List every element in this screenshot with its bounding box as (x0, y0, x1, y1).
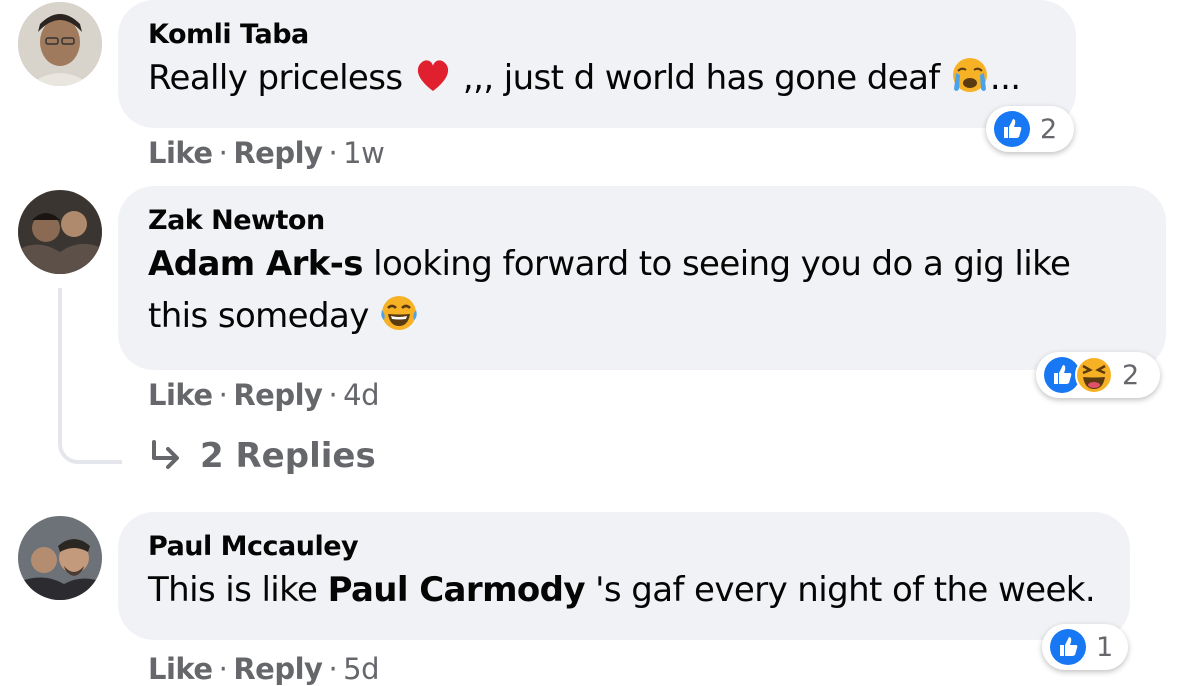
comment-text: Adam Ark-s looking forward to seeing you… (148, 238, 1138, 342)
like-reaction-icon (1048, 627, 1088, 667)
like-link[interactable]: Like (148, 136, 213, 170)
reply-link[interactable]: Reply (233, 378, 323, 412)
reaction-count: 2 (1040, 113, 1058, 145)
reply-arrow-icon (146, 436, 186, 476)
tears-of-joy-icon (379, 293, 419, 333)
separator: · (328, 378, 338, 412)
comment-actions: Like · Reply · 4d (148, 378, 380, 412)
comment-author[interactable]: Paul Mccauley (148, 530, 1100, 564)
separator: · (328, 136, 338, 170)
reactions-summary[interactable]: 2 (1036, 352, 1160, 398)
separator: · (218, 652, 228, 686)
comment-timestamp[interactable]: 1w (343, 136, 385, 170)
reactions-summary[interactable]: 2 (986, 106, 1074, 152)
mention-link[interactable]: Paul Carmody (328, 570, 586, 610)
comment-bubble: Paul Mccauley This is like Paul Carmody … (118, 512, 1130, 640)
like-link[interactable]: Like (148, 652, 213, 686)
comment-author[interactable]: Komli Taba (148, 18, 1046, 52)
comment-text-part: ,,, just d world has gone deaf (452, 58, 950, 98)
replies-count-label: 2 Replies (200, 436, 376, 476)
comment-text-part: ... (989, 58, 1021, 98)
view-replies-link[interactable]: 2 Replies (146, 436, 376, 476)
comment-bubble: Komli Taba Really priceless ,,, just d w… (118, 0, 1076, 128)
comment-bubble: Zak Newton Adam Ark-s looking forward to… (118, 186, 1166, 370)
avatar-komli-taba[interactable] (18, 2, 102, 86)
comment-text-part: This is like (148, 570, 328, 610)
comment-author[interactable]: Zak Newton (148, 204, 1136, 238)
like-reaction-icon (992, 109, 1032, 149)
separator: · (328, 652, 338, 686)
separator: · (218, 136, 228, 170)
haha-reaction-icon (1074, 355, 1114, 395)
reaction-count: 2 (1122, 359, 1140, 391)
avatar-paul-mccauley[interactable] (18, 516, 102, 600)
like-link[interactable]: Like (148, 378, 213, 412)
comment-actions: Like · Reply · 5d (148, 652, 380, 686)
reactions-summary[interactable]: 1 (1042, 624, 1128, 670)
mention-link[interactable]: Adam Ark-s (148, 244, 364, 284)
reply-link[interactable]: Reply (233, 136, 323, 170)
thread-connector (58, 288, 122, 464)
reply-link[interactable]: Reply (233, 652, 323, 686)
crying-face-icon (950, 55, 990, 95)
red-heart-icon (413, 55, 453, 95)
comment-timestamp[interactable]: 4d (343, 378, 379, 412)
comment-text: Really priceless ,,, just d world has go… (148, 52, 1046, 104)
reaction-count: 1 (1096, 631, 1114, 663)
separator: · (218, 378, 228, 412)
comment-text-part: 's gaf every night of the week. (584, 570, 1096, 610)
comment-text-part: Really priceless (148, 58, 403, 98)
avatar-zak-newton[interactable] (18, 190, 102, 274)
comment-text: This is like Paul Carmody 's gaf every n… (148, 564, 1100, 616)
comment-actions: Like · Reply · 1w (148, 136, 385, 170)
comment-timestamp[interactable]: 5d (343, 652, 379, 686)
